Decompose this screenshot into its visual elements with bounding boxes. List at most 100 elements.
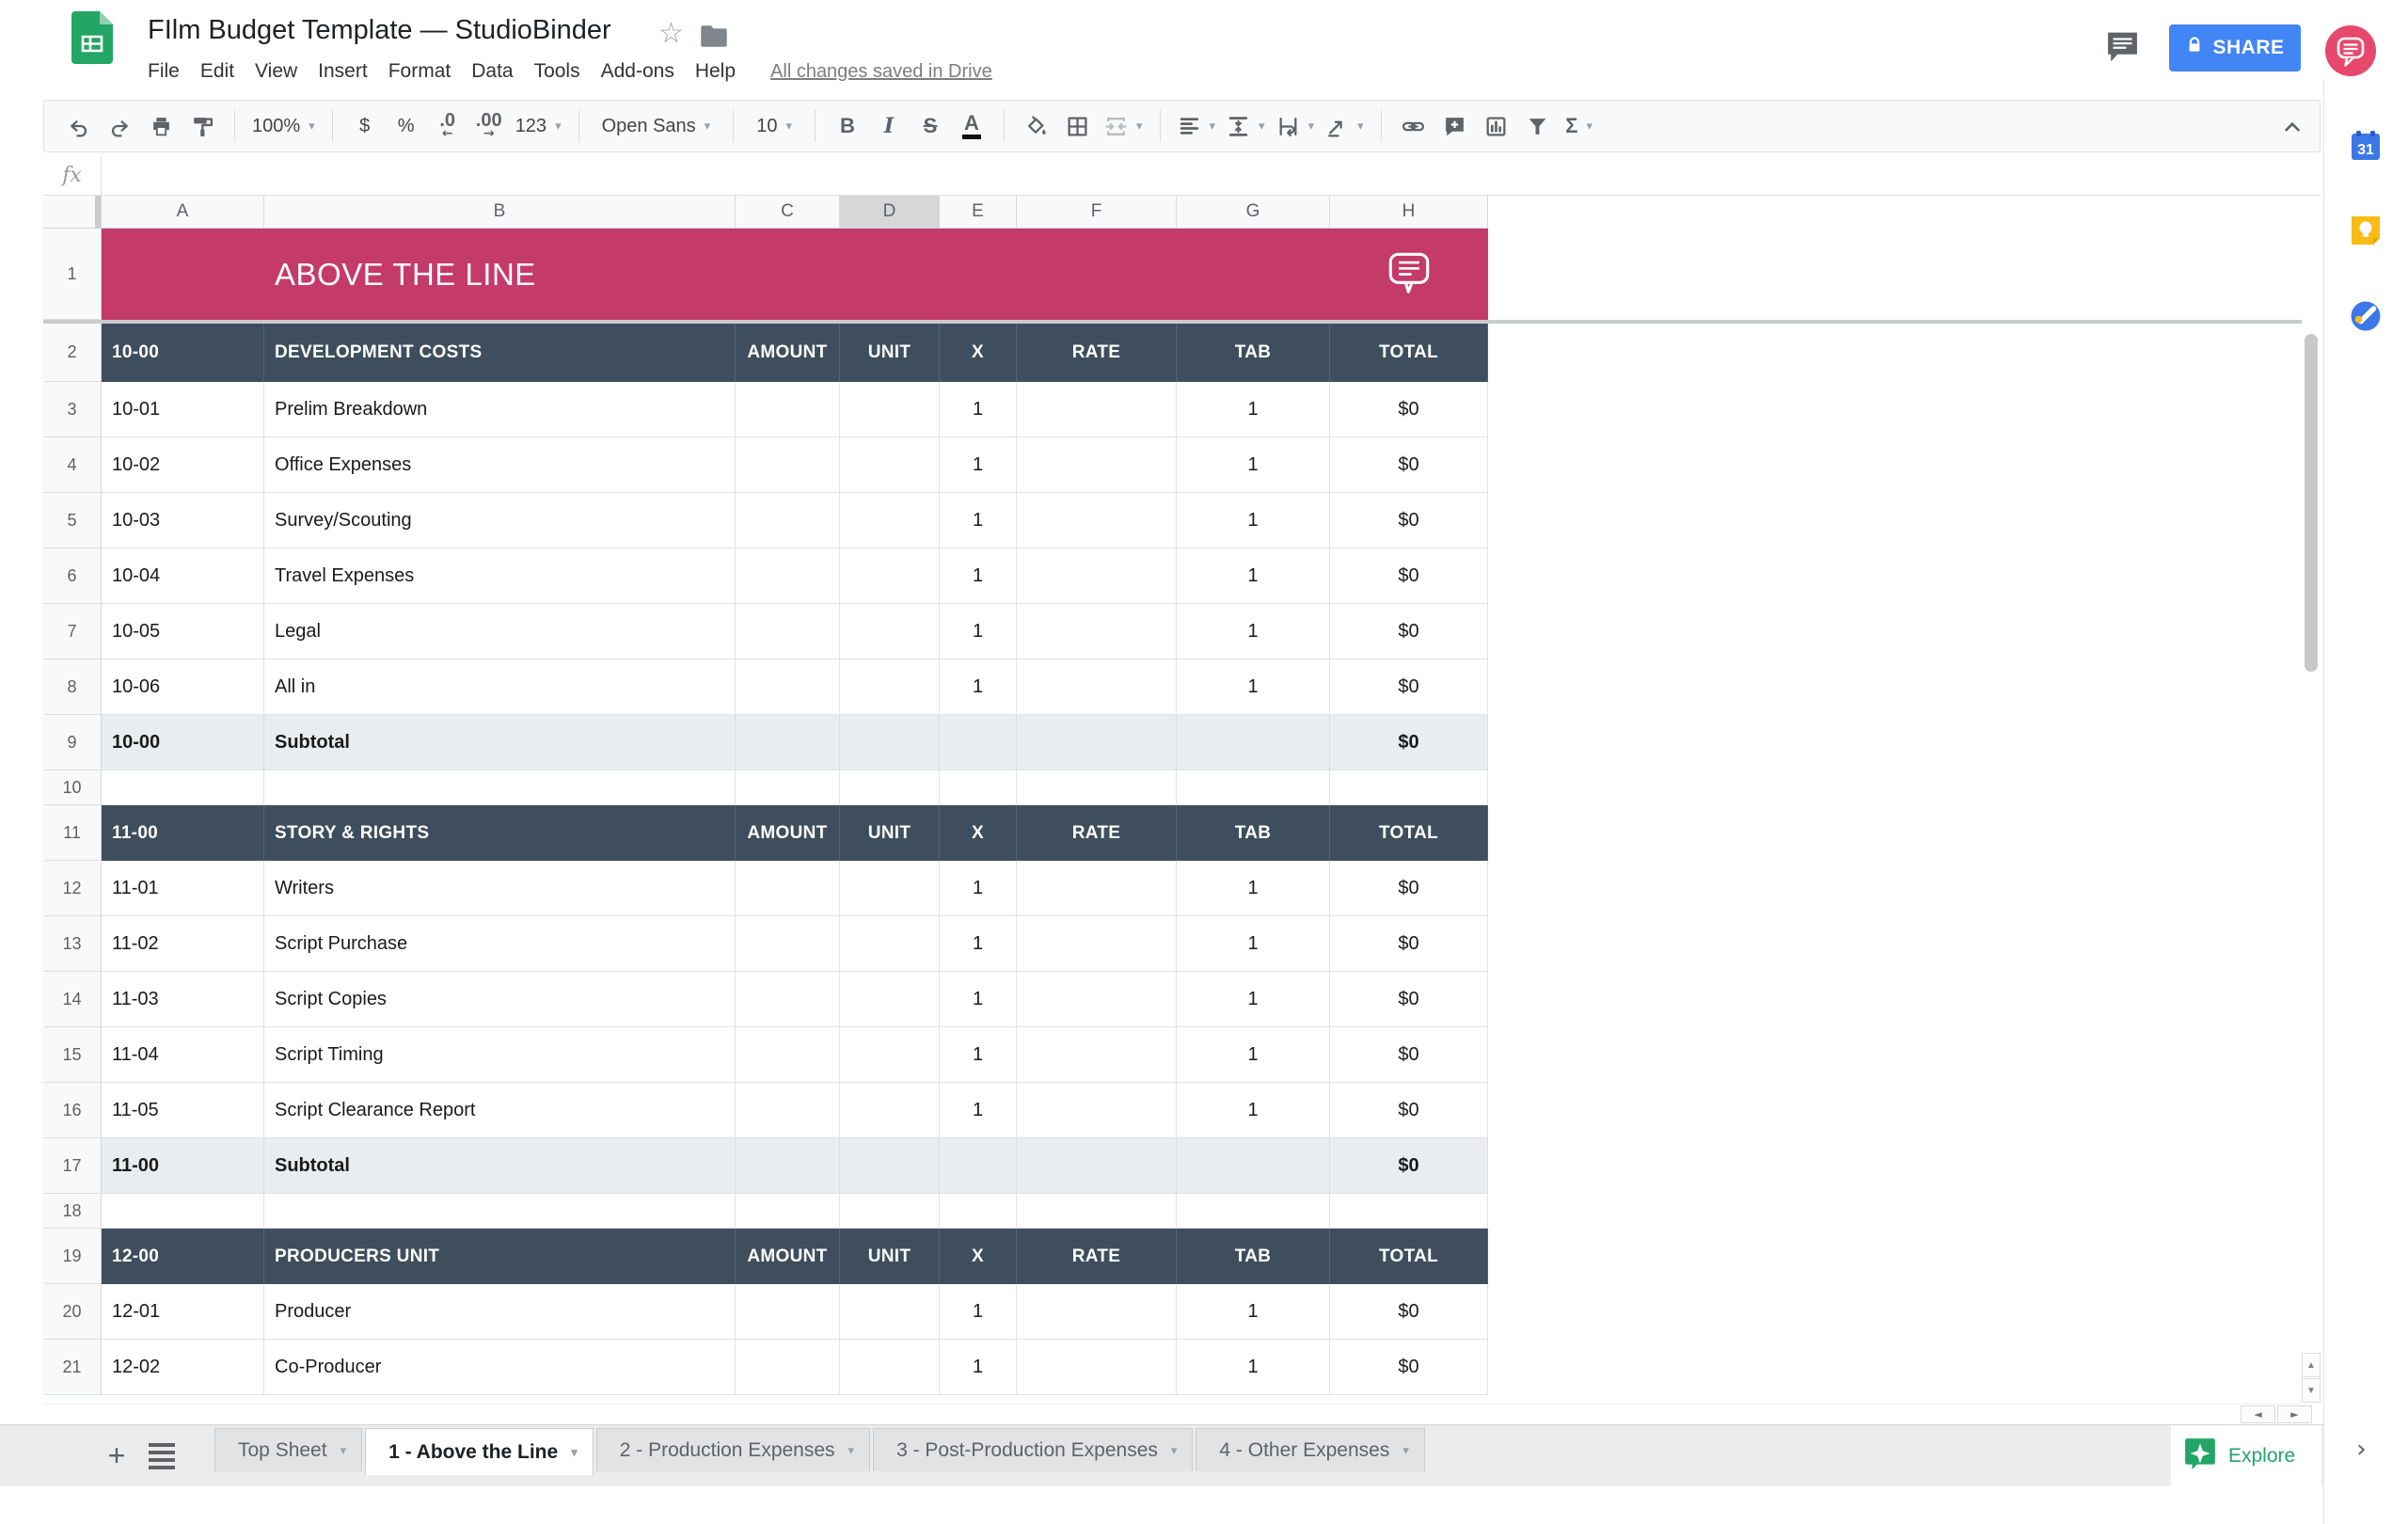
- menu-file[interactable]: File: [137, 55, 190, 88]
- cell-F14[interactable]: [1017, 972, 1177, 1027]
- cell-H4[interactable]: $0: [1330, 437, 1488, 493]
- cell-A20[interactable]: 12-01: [102, 1284, 264, 1340]
- menu-format[interactable]: Format: [378, 55, 462, 88]
- cell-C4[interactable]: [736, 437, 840, 493]
- cell-C17[interactable]: [736, 1138, 840, 1194]
- row-number-13[interactable]: 13: [43, 916, 102, 972]
- cell-E12[interactable]: 1: [940, 861, 1017, 916]
- cell-F9[interactable]: [1017, 715, 1177, 770]
- cell-A14[interactable]: 11-03: [102, 972, 264, 1027]
- cell-C20[interactable]: [736, 1284, 840, 1340]
- cell-C18[interactable]: [736, 1194, 840, 1229]
- cell-H7[interactable]: $0: [1330, 604, 1488, 659]
- cell-G3[interactable]: 1: [1177, 382, 1330, 437]
- menu-tools[interactable]: Tools: [524, 55, 591, 88]
- row-number-18[interactable]: 18: [43, 1194, 102, 1229]
- row-number-9[interactable]: 9: [43, 715, 102, 770]
- cell-F6[interactable]: [1017, 548, 1177, 604]
- cell-A15[interactable]: 11-04: [102, 1027, 264, 1083]
- cell-D15[interactable]: [840, 1027, 940, 1083]
- cell-F19[interactable]: RATE: [1017, 1229, 1177, 1284]
- cell-B16[interactable]: Script Clearance Report: [264, 1083, 736, 1138]
- cell-E15[interactable]: 1: [940, 1027, 1017, 1083]
- cell-H18[interactable]: [1330, 1194, 1488, 1229]
- column-header-A[interactable]: A: [102, 196, 264, 229]
- cell-D3[interactable]: [840, 382, 940, 437]
- cell-D7[interactable]: [840, 604, 940, 659]
- cell-F17[interactable]: [1017, 1138, 1177, 1194]
- cell-B4[interactable]: Office Expenses: [264, 437, 736, 493]
- tab-menu-caret-icon[interactable]: ▾: [848, 1443, 855, 1458]
- cell-A13[interactable]: 11-02: [102, 916, 264, 972]
- cell-F16[interactable]: [1017, 1083, 1177, 1138]
- cell-B5[interactable]: Survey/Scouting: [264, 493, 736, 548]
- cell-A17[interactable]: 11-00: [102, 1138, 264, 1194]
- cell-A8[interactable]: 10-06: [102, 659, 264, 715]
- row-number-3[interactable]: 3: [43, 382, 102, 437]
- menu-view[interactable]: View: [245, 55, 308, 88]
- cell-F3[interactable]: [1017, 382, 1177, 437]
- cell-C12[interactable]: [736, 861, 840, 916]
- cell-F13[interactable]: [1017, 916, 1177, 972]
- cell-D18[interactable]: [840, 1194, 940, 1229]
- cell-D2[interactable]: UNIT: [840, 324, 940, 382]
- cell-A12[interactable]: 11-01: [102, 861, 264, 916]
- cell-H3[interactable]: $0: [1330, 382, 1488, 437]
- cell-D16[interactable]: [840, 1083, 940, 1138]
- sheet-tab-top-sheet[interactable]: Top Sheet▾: [214, 1428, 362, 1471]
- cell-H8[interactable]: $0: [1330, 659, 1488, 715]
- row-number-6[interactable]: 6: [43, 548, 102, 604]
- vertical-scrollbar-thumb[interactable]: [2305, 334, 2318, 672]
- cell-E14[interactable]: 1: [940, 972, 1017, 1027]
- cell-D10[interactable]: [840, 770, 940, 805]
- cell-B20[interactable]: Producer: [264, 1284, 736, 1340]
- tasks-icon[interactable]: [2349, 299, 2383, 333]
- cell-D12[interactable]: [840, 861, 940, 916]
- sheets-logo-icon[interactable]: [71, 11, 114, 69]
- share-button[interactable]: SHARE: [2169, 24, 2301, 71]
- sheet-tab-2-production-expenses[interactable]: 2 - Production Expenses▾: [596, 1428, 870, 1471]
- toolbar-100-button[interactable]: 100%▾: [246, 105, 321, 147]
- cell-C8[interactable]: [736, 659, 840, 715]
- cell-E2[interactable]: X: [940, 324, 1017, 382]
- column-header-B[interactable]: B: [264, 196, 736, 229]
- row-number-21[interactable]: 21: [43, 1340, 102, 1395]
- add-comment-icon[interactable]: [1434, 105, 1476, 147]
- cell-A2[interactable]: 10-00: [102, 324, 264, 382]
- row-number-20[interactable]: 20: [43, 1284, 102, 1340]
- text-color-icon[interactable]: A: [951, 105, 992, 147]
- scroll-right-button[interactable]: ►: [2277, 1405, 2312, 1423]
- cell-F18[interactable]: [1017, 1194, 1177, 1229]
- cell-C3[interactable]: [736, 382, 840, 437]
- cell-G10[interactable]: [1177, 770, 1330, 805]
- row-number-10[interactable]: 10: [43, 770, 102, 805]
- cell-G5[interactable]: 1: [1177, 493, 1330, 548]
- cell-F15[interactable]: [1017, 1027, 1177, 1083]
- cell-B19[interactable]: PRODUCERS UNIT: [264, 1229, 736, 1284]
- cell-C15[interactable]: [736, 1027, 840, 1083]
- cell-F20[interactable]: [1017, 1284, 1177, 1340]
- sheet-tab-1-above-the-line[interactable]: 1 - Above the Line▾: [365, 1428, 594, 1475]
- cell-G12[interactable]: 1: [1177, 861, 1330, 916]
- cell-C21[interactable]: [736, 1340, 840, 1395]
- cell-E10[interactable]: [940, 770, 1017, 805]
- cell-B2[interactable]: DEVELOPMENT COSTS: [264, 324, 736, 382]
- cell-A3[interactable]: 10-01: [102, 382, 264, 437]
- cell-G16[interactable]: 1: [1177, 1083, 1330, 1138]
- cell-A16[interactable]: 11-05: [102, 1083, 264, 1138]
- cell-E17[interactable]: [940, 1138, 1017, 1194]
- menu-add-ons[interactable]: Add-ons: [591, 55, 685, 88]
- cell-C19[interactable]: AMOUNT: [736, 1229, 840, 1284]
- row-number-16[interactable]: 16: [43, 1083, 102, 1138]
- row-number-17[interactable]: 17: [43, 1138, 102, 1194]
- row-number-14[interactable]: 14: [43, 972, 102, 1027]
- cell-B12[interactable]: Writers: [264, 861, 736, 916]
- redo-icon[interactable]: [99, 105, 140, 147]
- cell-E3[interactable]: 1: [940, 382, 1017, 437]
- cell-G18[interactable]: [1177, 1194, 1330, 1229]
- print-icon[interactable]: [140, 105, 182, 147]
- cell-H11[interactable]: TOTAL: [1330, 805, 1488, 861]
- cell-D4[interactable]: [840, 437, 940, 493]
- cell-C11[interactable]: AMOUNT: [736, 805, 840, 861]
- cell-C14[interactable]: [736, 972, 840, 1027]
